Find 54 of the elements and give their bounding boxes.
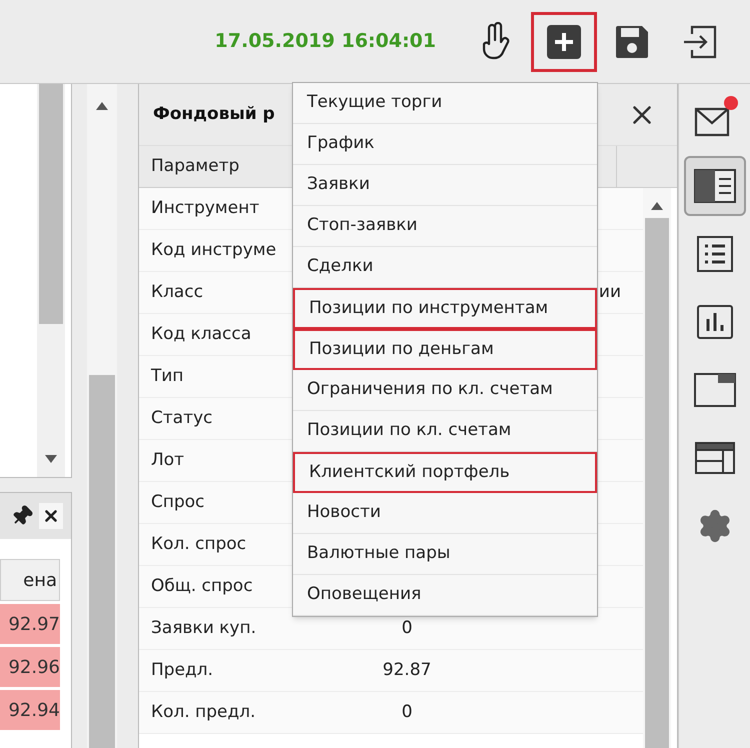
window-icon bbox=[694, 373, 736, 407]
add-button[interactable] bbox=[531, 12, 597, 72]
list-icon bbox=[696, 236, 732, 272]
menu-item[interactable]: Клиентский портфель bbox=[293, 452, 597, 493]
menu-item[interactable]: Ограничения по кл. счетам bbox=[293, 370, 597, 411]
scroll-up-arrow[interactable] bbox=[96, 102, 108, 110]
value-cell-text: 0 bbox=[402, 700, 412, 724]
value-cell-text: 0 bbox=[402, 616, 412, 640]
parameter-cell-text: Тип bbox=[150, 364, 185, 388]
parameter-cell-text: Спрос bbox=[150, 490, 206, 514]
panel-icon bbox=[694, 169, 736, 203]
column-header[interactable]: ена bbox=[0, 559, 60, 601]
sidebar-button[interactable] bbox=[684, 156, 746, 216]
scrollbar-thumb[interactable] bbox=[645, 218, 669, 748]
scroll-down-arrow[interactable] bbox=[45, 455, 57, 463]
parameter-cell-text: Кол. спрос bbox=[150, 532, 248, 556]
panel-title: Фондовый р bbox=[153, 102, 275, 126]
price-cell: 92.94 bbox=[0, 690, 60, 730]
menu-item[interactable]: Заявки bbox=[293, 165, 597, 206]
menu-item[interactable]: Позиции по кл. счетам bbox=[293, 411, 597, 452]
parameter-cell-text: Предл. bbox=[150, 658, 214, 682]
price-cell: 92.96 bbox=[0, 647, 60, 687]
scroll-up-arrow[interactable] bbox=[651, 202, 663, 210]
parameter-cell-text: Кол. предл. bbox=[150, 700, 257, 724]
parameter-cell-text: Инструмент bbox=[150, 196, 260, 220]
scrollbar-thumb[interactable] bbox=[39, 84, 63, 324]
parameter-cell-text: Общ. спрос bbox=[150, 574, 254, 598]
menu-item[interactable]: Оповещения bbox=[293, 575, 597, 616]
parameter-cell-text: Лот bbox=[150, 448, 186, 472]
menu-item[interactable]: Позиции по инструментам bbox=[293, 288, 597, 329]
menu-item[interactable]: Сделки bbox=[293, 247, 597, 288]
menu-item[interactable]: Текущие торги bbox=[293, 83, 597, 124]
layout-icon bbox=[694, 442, 734, 474]
chart-icon bbox=[696, 305, 732, 339]
close-icon bbox=[42, 507, 60, 525]
plus-icon bbox=[547, 24, 581, 58]
menu-item[interactable]: Стоп-заявки bbox=[293, 206, 597, 247]
menu-item[interactable]: Валютные пары bbox=[293, 534, 597, 575]
menu-item[interactable]: Позиции по деньгам bbox=[293, 329, 597, 370]
scrollbar-thumb[interactable] bbox=[89, 375, 115, 748]
menu-item[interactable]: График bbox=[293, 124, 597, 165]
exit-icon bbox=[682, 24, 718, 60]
parameter-cell-text: Заявки куп. bbox=[150, 616, 258, 640]
menu-item[interactable]: Новости bbox=[293, 493, 597, 534]
save-icon bbox=[614, 24, 650, 60]
parameter-cell-text: Код инструме bbox=[150, 238, 278, 262]
price-cell: 92.97 bbox=[0, 604, 60, 644]
parameter-cell-text: Код класса bbox=[150, 322, 252, 346]
parameter-cell-text: Статус bbox=[150, 406, 214, 430]
parameter-cell-text: Класс bbox=[150, 280, 204, 304]
datetime: 17.05.2019 16:04:01 bbox=[214, 29, 436, 54]
value-cell-text: ии bbox=[598, 280, 621, 304]
close-button[interactable] bbox=[39, 503, 63, 529]
value-cell-text: 92.87 bbox=[382, 658, 432, 682]
